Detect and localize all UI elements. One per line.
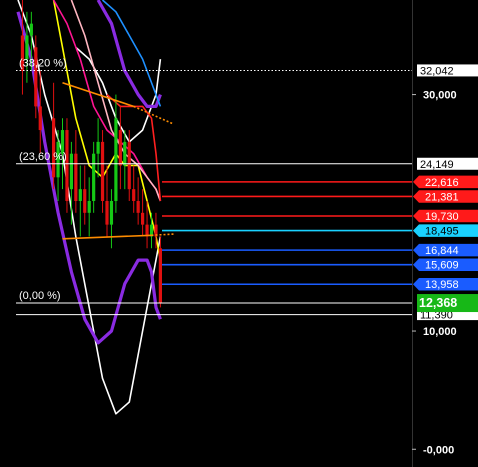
candle-body-29 [158,248,162,303]
level-tag-5[interactable]: 15,609 [413,258,478,272]
fib-value-tag-1-text: 24,149 [420,159,454,171]
level-tag-4[interactable]: 16,844 [413,243,478,257]
fib-label-0: (38,20 %) [19,57,67,69]
candle-body-14 [92,153,96,201]
level-tag-3-text: 18,495 [425,226,459,238]
level-tag-1[interactable]: 21,381 [413,190,478,203]
level-tag-0-text: 22,616 [425,177,459,189]
level-tag-2[interactable]: 19,730 [413,209,478,223]
y-tick-label-0: 30,000 [423,90,457,102]
candle-body-22 [127,141,131,190]
candle-body-2 [29,23,33,36]
candle-body-1 [25,35,29,60]
series-line-1 [75,46,162,143]
level-tag-4-text: 16,844 [425,245,459,257]
candle-body-20 [118,130,122,166]
candle-body-15 [96,141,100,154]
level-tag-1-text: 21,381 [425,191,459,203]
price-axis[interactable]: 30,000 10,000 -0,000 32,042 24,149 22,616 21,3… [412,0,478,467]
fib-label-2: (0,00 %) [19,290,61,302]
candle-body-16 [100,141,105,201]
trendline-0-seg-2 [133,105,175,125]
candle-body-24 [136,200,140,213]
candle-body-21 [123,141,127,166]
candle-body-11 [78,189,82,201]
candle-body-9 [69,153,73,190]
candle-body-12 [83,189,87,213]
candle-body-10 [74,153,78,201]
last-price-tag-text: 12,368 [419,296,457,310]
level-tag-5-text: 15,609 [425,260,459,272]
candle-body-13 [87,200,91,213]
level-tag-0[interactable]: 22,616 [413,175,478,189]
level-tag-6[interactable]: 13,958 [413,277,478,291]
price-chart[interactable]: (38,20 %) (23,60 %) (0,00 %) 30,000 10,000 -… [0,0,478,467]
candle-body-3 [34,47,38,107]
y-tick-label-1: 10,000 [423,326,457,338]
candle-body-18 [109,200,114,225]
candle-body-23 [132,189,136,201]
level-tag-6-text: 13,958 [425,279,459,291]
last-price-tag[interactable]: 12,368 [417,294,478,313]
fib-value-tag-0[interactable]: 32,042 [417,64,478,77]
series-line-3 [96,0,162,108]
candle-body-4 [38,106,42,131]
series-line-7 [101,0,162,107]
y-tick-label-2: -0,000 [423,444,454,456]
level-tag-2-text: 19,730 [425,211,459,223]
fib-value-tag-1[interactable]: 24,149 [417,157,478,171]
candle-body-8 [65,130,69,201]
fib-value-tag-0-text: 32,042 [420,65,454,77]
candle-body-25 [141,212,145,225]
candle-body-19 [114,118,118,201]
fib-label-1: (23,60 %) [19,151,67,163]
candle-body-5 [52,118,56,178]
level-tag-3[interactable]: 18,495 [413,224,478,238]
candle-body-17 [105,200,109,225]
